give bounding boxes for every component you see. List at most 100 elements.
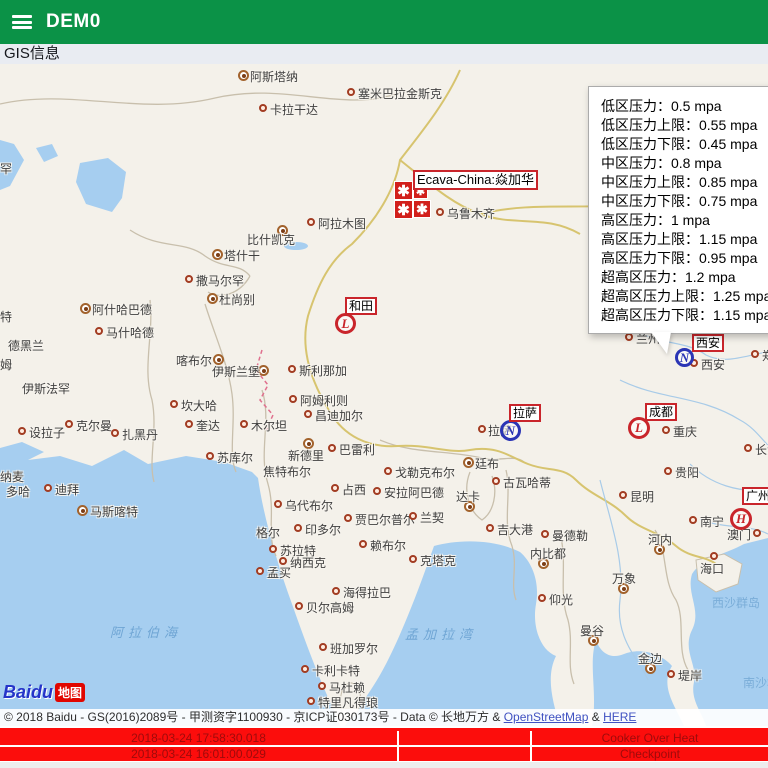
site-marker-n[interactable]: N xyxy=(500,420,521,441)
here-link[interactable]: HERE xyxy=(603,710,636,724)
map-city-label: 吉大港 xyxy=(497,523,534,537)
city-dot-icon xyxy=(269,545,277,553)
baidu-logo-text: Baidu xyxy=(3,682,54,702)
city-dot-icon xyxy=(288,365,296,373)
city-dot-icon xyxy=(344,514,352,522)
pressure-line: 低区压力：0.5 mpa xyxy=(601,98,722,114)
alarm-star-marker[interactable]: ✱ xyxy=(413,200,431,218)
map-city-label: 焦特布尔 xyxy=(263,465,312,479)
city-dot-icon xyxy=(307,697,315,705)
map-city-label: 长沙 xyxy=(755,443,768,457)
map-city-label: 万象 xyxy=(612,572,637,586)
pressure-info-popup: 低区压力：0.5 mpa 低区压力上限：0.55 mpa 低区压力下限：0.45 m… xyxy=(588,86,768,334)
map-city-label: 阿什哈巴德 xyxy=(92,303,153,317)
map-city-label: 克尔曼 xyxy=(76,419,113,433)
site-label[interactable]: 成都 xyxy=(645,403,678,421)
menu-hamburger-icon[interactable] xyxy=(12,15,32,29)
map-city-label: 达卡 xyxy=(456,490,481,504)
map-city-label: 昆明 xyxy=(630,490,655,504)
map-sea-label: 孟加拉湾 xyxy=(405,627,478,642)
site-marker-l[interactable]: L xyxy=(335,313,356,334)
map-city-label: 孟买 xyxy=(267,566,292,580)
map-city-label: 阿斯塔纳 xyxy=(250,70,299,84)
city-dot-icon xyxy=(44,484,52,492)
map-city-label: 特 xyxy=(0,310,13,324)
pressure-line: 中区压力上限：0.85 mpa xyxy=(601,174,758,190)
city-dot-icon xyxy=(328,444,336,452)
alarm-table: 2018-03-24 17:58:30.018 Cooker Over Heat… xyxy=(0,728,768,761)
pressure-line: 超高区压力下限：1.15 mpa xyxy=(601,307,768,323)
baidu-map-canvas[interactable]: 低区压力：0.5 mpa 低区压力上限：0.55 mpa 低区压力下限：0.45 m… xyxy=(0,64,768,726)
city-dot-icon xyxy=(409,555,417,563)
map-city-label: 西安 xyxy=(701,358,726,372)
map-city-label: 河内 xyxy=(648,533,673,547)
city-dot-icon xyxy=(332,587,340,595)
app-title: DEM0 xyxy=(46,11,101,32)
map-city-label: 重庆 xyxy=(673,425,698,439)
pressure-line: 低区压力上限：0.55 mpa xyxy=(601,117,758,133)
alarm-time: 2018-03-24 17:58:30.018 xyxy=(0,731,397,745)
city-dot-icon xyxy=(689,516,697,524)
alarm-time: 2018-03-24 16:01:00.029 xyxy=(0,747,397,761)
map-city-label: 贵阳 xyxy=(675,466,700,480)
city-dot-icon xyxy=(359,540,367,548)
alarm-star-marker[interactable]: ✱ xyxy=(394,181,413,200)
map-sea-label: 西沙群岛 xyxy=(712,596,761,610)
pressure-line: 低区压力下限：0.45 mpa xyxy=(601,136,758,152)
city-dot-icon xyxy=(751,350,759,358)
map-city-label: 赖布尔 xyxy=(370,539,407,553)
site-label[interactable]: 西安 xyxy=(692,334,725,352)
map-city-label: 马什哈德 xyxy=(106,326,155,340)
city-dot-icon xyxy=(619,491,627,499)
city-dot-icon xyxy=(744,444,752,452)
app-header: DEM0 xyxy=(0,0,768,44)
city-dot-icon xyxy=(304,410,312,418)
map-city-label: 迪拜 xyxy=(55,483,80,497)
city-dot-icon xyxy=(170,400,178,408)
map-city-label: 奎达 xyxy=(196,419,221,433)
cluster-label[interactable]: Ecava-China:焱加华 xyxy=(413,170,539,190)
map-city-label: 班加罗尔 xyxy=(330,642,379,656)
site-label[interactable]: 和田 xyxy=(345,297,378,315)
city-dot-icon xyxy=(753,529,761,537)
map-city-label: 斯利那加 xyxy=(299,364,348,378)
city-dot-icon xyxy=(538,594,546,602)
city-dot-icon xyxy=(373,487,381,495)
attribution-text: © 2018 Baidu - GS(2016)2089号 - 甲测资字11009… xyxy=(4,710,504,724)
map-city-label: 多哈 xyxy=(6,485,31,499)
capital-dot-icon xyxy=(207,293,218,304)
site-label[interactable]: 拉萨 xyxy=(509,404,542,422)
site-marker-h[interactable]: H xyxy=(730,508,752,530)
city-dot-icon xyxy=(710,552,718,560)
map-city-label: 兰契 xyxy=(420,511,445,525)
map-city-label: 新德里 xyxy=(288,449,325,463)
map-city-label: 扎黑丹 xyxy=(122,428,159,442)
city-dot-icon xyxy=(318,682,326,690)
city-dot-icon xyxy=(492,477,500,485)
alarm-star-marker[interactable]: ✱ xyxy=(394,200,413,219)
map-city-label: 撒马尔罕 xyxy=(196,274,245,288)
map-city-label: 德黑兰 xyxy=(8,339,45,353)
city-dot-icon xyxy=(256,567,264,575)
pressure-line: 中区压力下限：0.75 mpa xyxy=(601,193,758,209)
openstreetmap-link[interactable]: OpenStreetMap xyxy=(504,710,589,724)
capital-dot-icon xyxy=(80,303,91,314)
pressure-line: 超高区压力上限：1.25 mpa xyxy=(601,288,768,304)
baidu-maps-logo: Baidu 地图 xyxy=(3,682,86,703)
city-dot-icon xyxy=(662,426,670,434)
map-city-label: 贾巴尔普尔 xyxy=(355,513,416,527)
map-city-label: 内比都 xyxy=(530,547,567,561)
city-dot-icon xyxy=(667,670,675,678)
alarm-extra xyxy=(399,731,530,745)
map-city-label: 曼谷 xyxy=(580,624,605,638)
map-city-label: 卡拉干达 xyxy=(270,103,319,117)
pressure-line: 高区压力下限：0.95 mpa xyxy=(601,250,758,266)
city-dot-icon xyxy=(18,427,26,435)
map-city-label: 纳麦 xyxy=(0,470,25,484)
alarm-message: Cooker Over Heat xyxy=(532,731,768,745)
map-city-label: 木尔坦 xyxy=(251,419,288,433)
site-label[interactable]: 广州 xyxy=(742,487,768,505)
map-city-label: 伊斯法罕 xyxy=(22,382,71,396)
map-city-label: 坎大哈 xyxy=(181,399,218,413)
map-city-label: 占西 xyxy=(342,483,367,497)
